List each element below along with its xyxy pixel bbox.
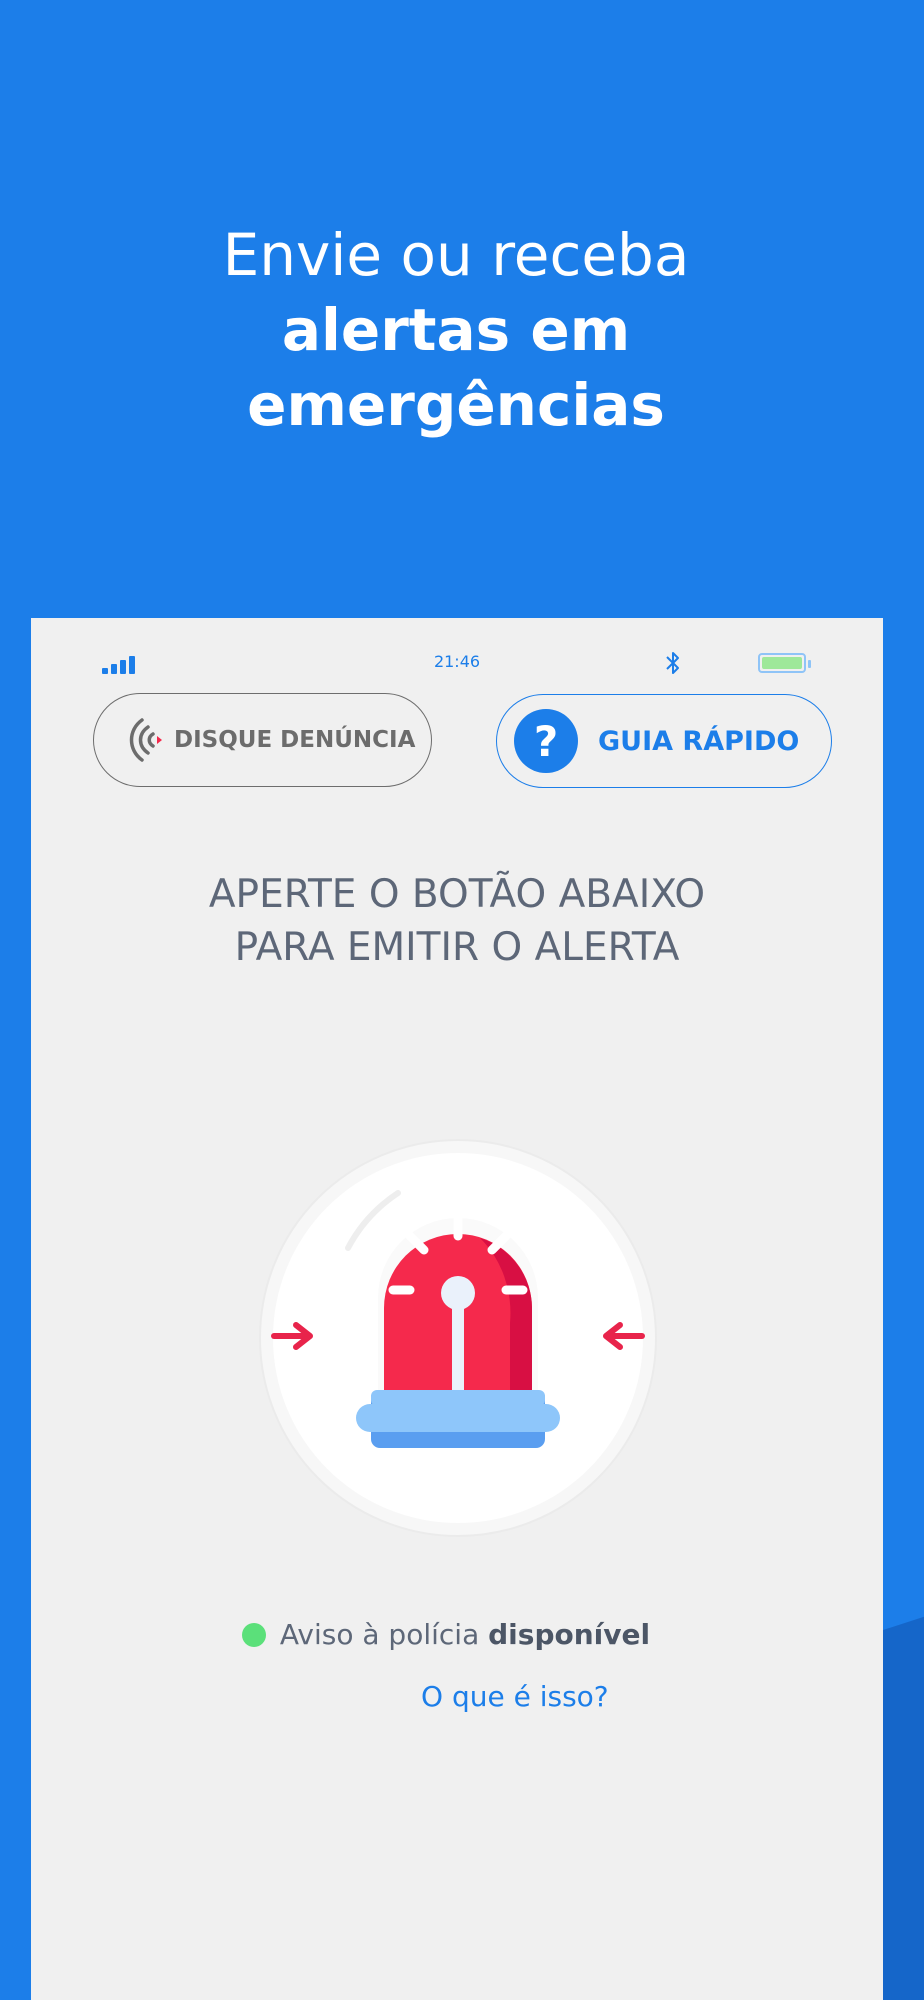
headline-line-3: emergências <box>247 371 665 439</box>
status-dot-icon <box>241 1622 266 1647</box>
police-status-text: Aviso à polícia disponível <box>280 1618 650 1651</box>
status-bar: 21:46 <box>31 642 883 674</box>
police-status-value: disponível <box>488 1618 651 1651</box>
police-status: Aviso à polícia disponível <box>31 1618 883 1651</box>
headline-line-1: Envie ou receba <box>222 221 690 289</box>
headline-line-2: alertas em <box>281 296 631 364</box>
app-screen: 21:46 DISQUE DENÚNCIA ? GUIA RÁPIDO APER… <box>31 618 883 2000</box>
siren-icon <box>259 1139 657 1537</box>
instruction-line-2: PARA EMITIR O ALERTA <box>234 925 680 970</box>
status-time: 21:46 <box>433 652 481 671</box>
guia-rapido-label: GUIA RÁPIDO <box>598 725 800 757</box>
disque-denuncia-button[interactable]: DISQUE DENÚNCIA <box>93 693 432 787</box>
police-status-prefix: Aviso à polícia <box>279 1618 480 1651</box>
help-icon: ? <box>514 709 578 773</box>
disque-denuncia-label: DISQUE DENÚNCIA <box>174 727 416 753</box>
bluetooth-icon <box>666 652 679 674</box>
signal-wave-icon <box>129 718 162 762</box>
what-is-this-link[interactable]: O que é isso? <box>421 1680 609 1713</box>
instruction-text: APERTE O BOTÃO ABAIXO PARA EMITIR O ALER… <box>31 868 883 974</box>
instruction-line-1: APERTE O BOTÃO ABAIXO <box>208 872 706 917</box>
guia-rapido-button[interactable]: ? GUIA RÁPIDO <box>496 694 832 788</box>
battery-icon <box>758 653 811 673</box>
alert-siren-button[interactable] <box>258 1138 658 1538</box>
headline: Envie ou receba alertas em emergências <box>0 218 912 443</box>
